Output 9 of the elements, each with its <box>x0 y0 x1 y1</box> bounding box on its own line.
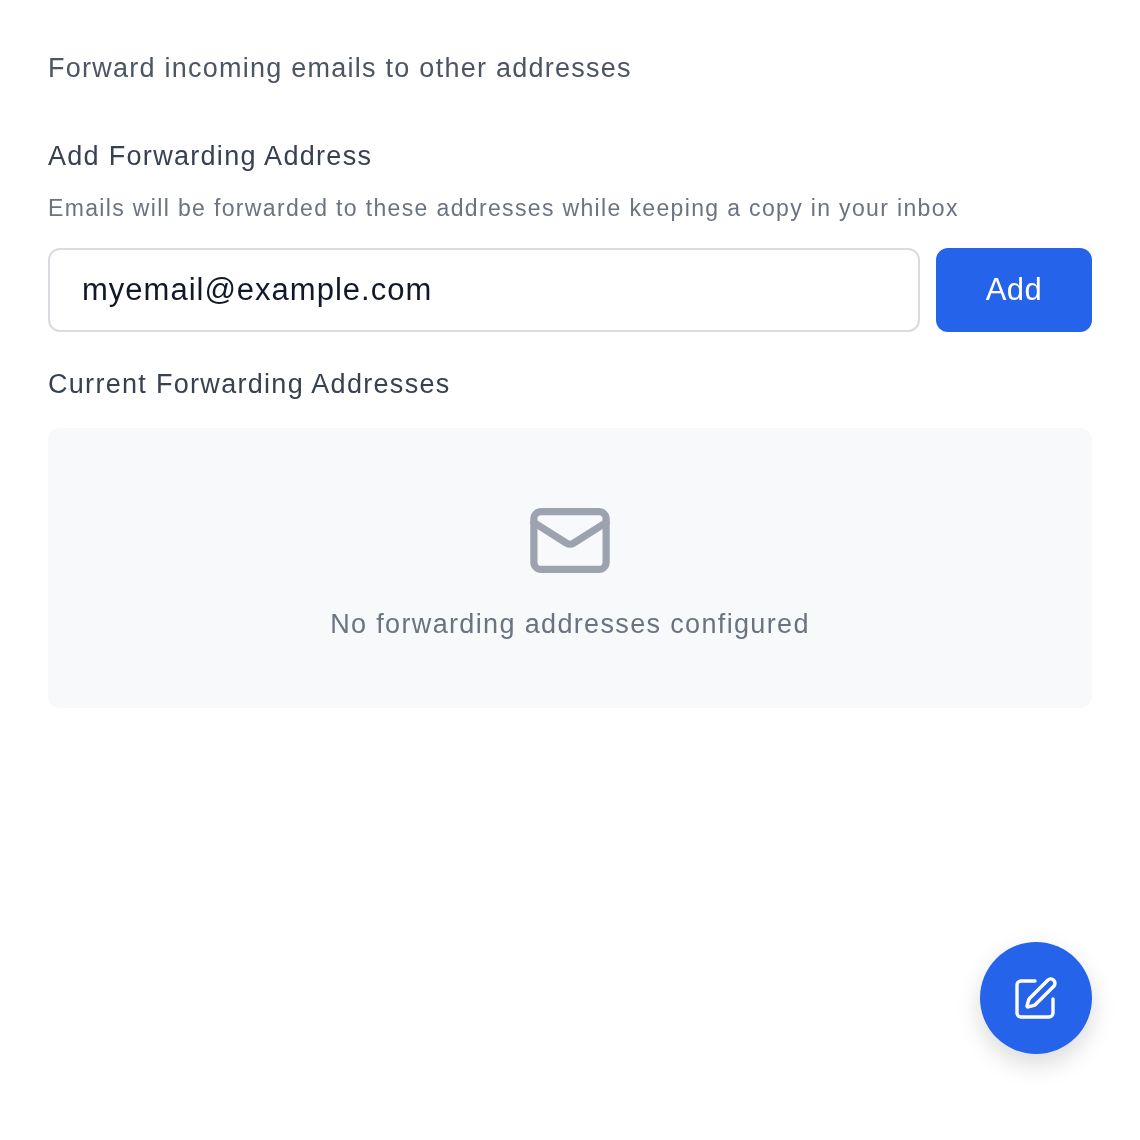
email-input-field[interactable]: myemail@example.com <box>48 248 920 332</box>
add-button[interactable]: Add <box>936 248 1092 332</box>
section-title: Add Forwarding Address <box>48 140 374 173</box>
section-hint: Emails will be forwarded to these addresses while keeping a copy in your inbox <box>48 194 960 223</box>
edit-icon <box>1015 977 1057 1019</box>
page-description: Forward incoming emails to other addresses <box>48 52 633 85</box>
section-title: Current Forwarding Addresses <box>48 368 452 401</box>
empty-state-message: No forwarding addresses configured <box>330 608 810 641</box>
envelope-icon <box>530 508 610 573</box>
